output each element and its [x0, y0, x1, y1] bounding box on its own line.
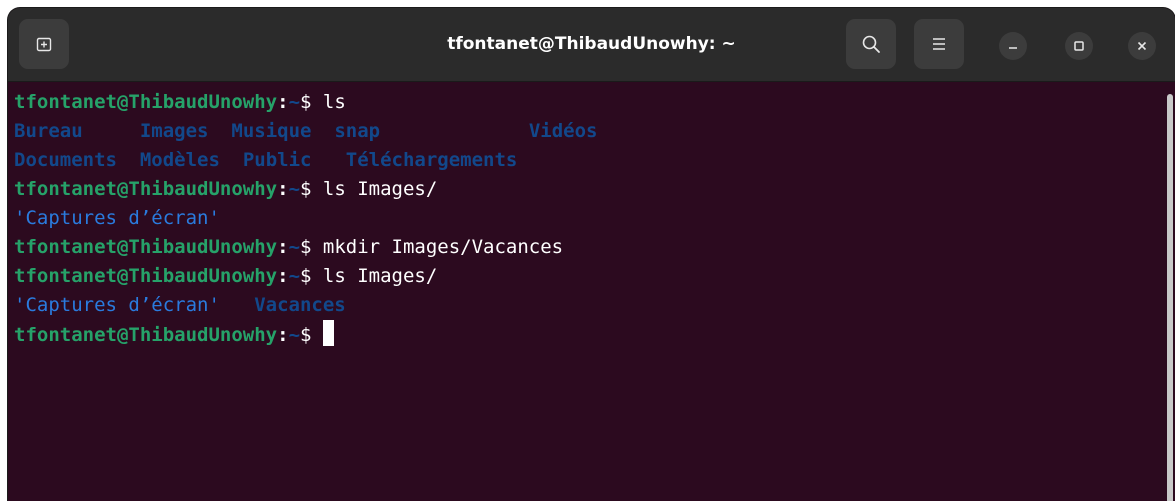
prompt-symbol: $ [300, 324, 312, 346]
terminal-line: tfontanet@ThibaudUnowhy:~$ [14, 320, 1163, 349]
command-text: mkdir Images/Vacances [311, 236, 564, 258]
dir-entry: Documents [14, 149, 117, 171]
prompt-colon: : [277, 324, 289, 346]
prompt-user-host: tfontanet@ThibaudUnowhy [14, 178, 278, 200]
hamburger-menu-icon [933, 38, 945, 50]
command-text: ls Images/ [311, 265, 438, 287]
prompt-colon: : [277, 236, 289, 258]
prompt-symbol: $ [300, 236, 312, 258]
command-text: ls Images/ [311, 178, 438, 200]
dir-entry: Bureau [14, 120, 83, 142]
prompt-colon: : [277, 91, 289, 113]
terminal-output[interactable]: tfontanet@ThibaudUnowhy:~$ ls Bureau Ima… [8, 82, 1163, 501]
search-icon [862, 35, 880, 53]
search-button[interactable] [846, 19, 896, 69]
dir-entry: Images [139, 120, 209, 142]
maximize-button[interactable] [1065, 32, 1093, 60]
new-tab-button[interactable] [19, 19, 69, 69]
prompt-path: ~ [288, 91, 301, 113]
prompt-user-host: tfontanet@ThibaudUnowhy [14, 265, 278, 287]
command-text: ls [311, 91, 346, 113]
prompt-path: ~ [288, 265, 301, 287]
prompt-symbol: $ [300, 91, 312, 113]
terminal-line: 'Captures d’écran' Vacances [14, 291, 1163, 320]
prompt-path: ~ [288, 236, 301, 258]
terminal-line: tfontanet@ThibaudUnowhy:~$ ls Images/ [14, 175, 1163, 204]
dir-entry: Vacances [254, 294, 346, 316]
dir-entry: Public [242, 149, 312, 171]
minimize-button[interactable] [999, 32, 1027, 60]
maximize-icon [1074, 41, 1084, 51]
terminal-line: tfontanet@ThibaudUnowhy:~$ ls [14, 88, 1163, 117]
close-button[interactable] [1128, 32, 1156, 60]
dir-entry: 'Captures d’écran' [14, 207, 220, 229]
text-cursor [322, 320, 334, 346]
prompt-colon: : [277, 178, 289, 200]
prompt-path: ~ [288, 178, 301, 200]
prompt-path: ~ [288, 324, 301, 346]
terminal-line: Documents Modèles Public Téléchargements [14, 146, 1163, 175]
scrollbar-thumb[interactable] [1167, 94, 1173, 501]
terminal-line: 'Captures d’écran' [14, 204, 1163, 233]
prompt-symbol: $ [300, 265, 312, 287]
prompt-user-host: tfontanet@ThibaudUnowhy [14, 91, 278, 113]
close-icon [1137, 41, 1147, 51]
vertical-scrollbar[interactable] [1165, 88, 1175, 501]
prompt-user-host: tfontanet@ThibaudUnowhy [14, 236, 278, 258]
command-input[interactable] [311, 324, 322, 346]
title-bar: tfontanet@ThibaudUnowhy: ~ [8, 8, 1175, 82]
dir-entry: Musique [231, 120, 312, 142]
minimize-icon [1009, 47, 1017, 49]
new-tab-icon [36, 37, 52, 52]
terminal-line: tfontanet@ThibaudUnowhy:~$ mkdir Images/… [14, 233, 1163, 262]
prompt-user-host: tfontanet@ThibaudUnowhy [14, 324, 278, 346]
prompt-colon: : [277, 265, 289, 287]
dir-entry: Vidéos [528, 120, 598, 142]
terminal-window: tfontanet@ThibaudUnowhy: ~ tfontanet@Thi… [8, 8, 1175, 501]
terminal-line: Bureau Images Musique snap Vidéos [14, 117, 1163, 146]
menu-button[interactable] [914, 19, 964, 69]
dir-entry: snap [334, 120, 381, 142]
dir-entry: 'Captures d’écran' [14, 294, 220, 316]
terminal-line: tfontanet@ThibaudUnowhy:~$ ls Images/ [14, 262, 1163, 291]
prompt-symbol: $ [300, 178, 312, 200]
dir-entry: Modèles [139, 149, 220, 171]
dir-entry: Téléchargements [345, 149, 518, 171]
